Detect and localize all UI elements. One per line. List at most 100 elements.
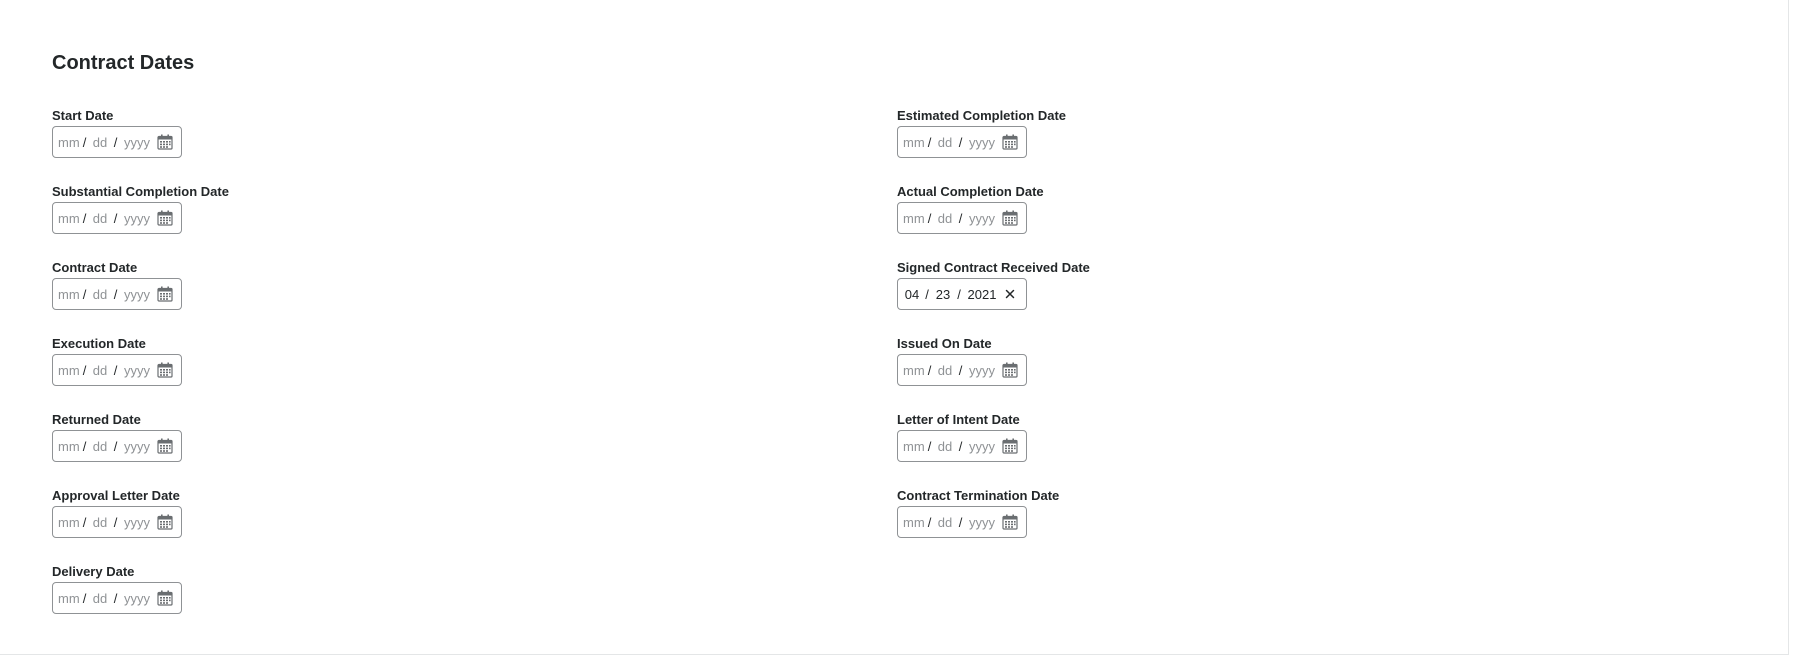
month-segment[interactable]: mm — [903, 515, 925, 530]
year-segment[interactable]: yyyy — [120, 515, 154, 530]
year-segment[interactable]: yyyy — [120, 211, 154, 226]
date-separator: / — [113, 590, 118, 606]
estimated-completion-date-input[interactable]: mm / dd / yyyy — [897, 126, 1027, 158]
month-segment[interactable]: mm — [58, 363, 80, 378]
day-segment[interactable]: dd — [934, 515, 956, 530]
day-segment[interactable]: 23 — [933, 287, 953, 302]
calendar-icon[interactable] — [1000, 208, 1020, 228]
day-segment[interactable]: dd — [89, 515, 111, 530]
year-segment[interactable]: yyyy — [965, 211, 999, 226]
field-label: Returned Date — [52, 412, 141, 427]
day-segment[interactable]: dd — [89, 287, 111, 302]
day-segment[interactable]: dd — [89, 439, 111, 454]
year-segment[interactable]: yyyy — [965, 439, 999, 454]
calendar-icon[interactable] — [1000, 512, 1020, 532]
month-segment[interactable]: mm — [58, 591, 80, 606]
field-execution-date: Execution Date mm / dd / yyyy — [52, 335, 229, 411]
year-segment[interactable]: yyyy — [965, 515, 999, 530]
issued-on-date-input[interactable]: mm / dd / yyyy — [897, 354, 1027, 386]
date-separator: / — [113, 514, 118, 530]
month-segment[interactable]: mm — [903, 363, 925, 378]
start-date-input[interactable]: mm / dd / yyyy — [52, 126, 182, 158]
day-segment[interactable]: dd — [934, 211, 956, 226]
clear-icon[interactable] — [1000, 284, 1020, 304]
month-segment[interactable]: mm — [903, 439, 925, 454]
execution-date-input[interactable]: mm / dd / yyyy — [52, 354, 182, 386]
contract-date-input[interactable]: mm / dd / yyyy — [52, 278, 182, 310]
field-label: Substantial Completion Date — [52, 184, 229, 199]
field-contract-date: Contract Date mm / dd / yyyy — [52, 259, 229, 335]
month-segment[interactable]: mm — [903, 211, 925, 226]
field-start-date: Start Date mm / dd / yyyy — [52, 107, 229, 183]
year-segment[interactable]: yyyy — [965, 135, 999, 150]
month-segment[interactable]: mm — [58, 515, 80, 530]
date-separator: / — [82, 210, 87, 226]
approval-letter-date-input[interactable]: mm / dd / yyyy — [52, 506, 182, 538]
date-separator: / — [958, 210, 963, 226]
field-label: Signed Contract Received Date — [897, 260, 1090, 275]
signed-contract-received-date-input[interactable]: 04 / 23 / 2021 — [897, 278, 1027, 310]
calendar-icon[interactable] — [1000, 360, 1020, 380]
field-substantial-completion-date: Substantial Completion Date mm / dd / yyyy — [52, 183, 229, 259]
field-label: Approval Letter Date — [52, 488, 180, 503]
date-separator: / — [925, 286, 929, 302]
calendar-icon[interactable] — [155, 436, 175, 456]
field-label: Letter of Intent Date — [897, 412, 1020, 427]
letter-of-intent-date-input[interactable]: mm / dd / yyyy — [897, 430, 1027, 462]
day-segment[interactable]: dd — [89, 363, 111, 378]
field-label: Actual Completion Date — [897, 184, 1044, 199]
field-approval-letter-date: Approval Letter Date mm / dd / yyyy — [52, 487, 229, 563]
month-segment[interactable]: mm — [58, 135, 80, 150]
day-segment[interactable]: dd — [934, 363, 956, 378]
delivery-date-input[interactable]: mm / dd / yyyy — [52, 582, 182, 614]
field-delivery-date: Delivery Date mm / dd / yyyy — [52, 563, 229, 639]
date-separator: / — [958, 514, 963, 530]
calendar-icon[interactable] — [155, 132, 175, 152]
date-separator: / — [927, 514, 932, 530]
calendar-icon[interactable] — [1000, 436, 1020, 456]
month-segment[interactable]: mm — [58, 211, 80, 226]
field-label: Contract Termination Date — [897, 488, 1060, 503]
day-segment[interactable]: dd — [89, 135, 111, 150]
calendar-icon[interactable] — [155, 208, 175, 228]
field-label: Issued On Date — [897, 336, 992, 351]
field-label: Delivery Date — [52, 564, 135, 579]
calendar-icon[interactable] — [155, 284, 175, 304]
field-returned-date: Returned Date mm / dd / yyyy — [52, 411, 229, 487]
day-segment[interactable]: dd — [89, 591, 111, 606]
contract-dates-card: Contract Dates Start Date mm / dd / yyyy Sub… — [0, 0, 1789, 655]
calendar-icon[interactable] — [155, 588, 175, 608]
substantial-completion-date-input[interactable]: mm / dd / yyyy — [52, 202, 182, 234]
year-segment[interactable]: yyyy — [120, 439, 154, 454]
actual-completion-date-input[interactable]: mm / dd / yyyy — [897, 202, 1027, 234]
field-actual-completion-date: Actual Completion Date mm / dd / yyyy — [897, 183, 1090, 259]
calendar-icon[interactable] — [155, 512, 175, 532]
day-segment[interactable]: dd — [934, 135, 956, 150]
calendar-icon[interactable] — [1000, 132, 1020, 152]
calendar-icon[interactable] — [155, 360, 175, 380]
date-separator: / — [82, 590, 87, 606]
year-segment[interactable]: yyyy — [120, 287, 154, 302]
date-separator: / — [113, 134, 118, 150]
month-segment[interactable]: mm — [58, 287, 80, 302]
date-separator: / — [82, 362, 87, 378]
year-segment[interactable]: yyyy — [120, 135, 154, 150]
contract-termination-date-input[interactable]: mm / dd / yyyy — [897, 506, 1027, 538]
day-segment[interactable]: dd — [934, 439, 956, 454]
year-segment[interactable]: yyyy — [120, 591, 154, 606]
section-title: Contract Dates — [52, 52, 195, 74]
field-estimated-completion-date: Estimated Completion Date mm / dd / yyyy — [897, 107, 1090, 183]
date-separator: / — [82, 286, 87, 302]
right-column: Estimated Completion Date mm / dd / yyyy Act… — [897, 107, 1090, 563]
date-separator: / — [113, 286, 118, 302]
month-segment[interactable]: mm — [58, 439, 80, 454]
field-issued-on-date: Issued On Date mm / dd / yyyy — [897, 335, 1090, 411]
month-segment[interactable]: mm — [903, 135, 925, 150]
year-segment[interactable]: 2021 — [965, 287, 999, 302]
day-segment[interactable]: dd — [89, 211, 111, 226]
month-segment[interactable]: 04 — [903, 287, 921, 302]
returned-date-input[interactable]: mm / dd / yyyy — [52, 430, 182, 462]
date-separator: / — [957, 286, 961, 302]
year-segment[interactable]: yyyy — [120, 363, 154, 378]
year-segment[interactable]: yyyy — [965, 363, 999, 378]
